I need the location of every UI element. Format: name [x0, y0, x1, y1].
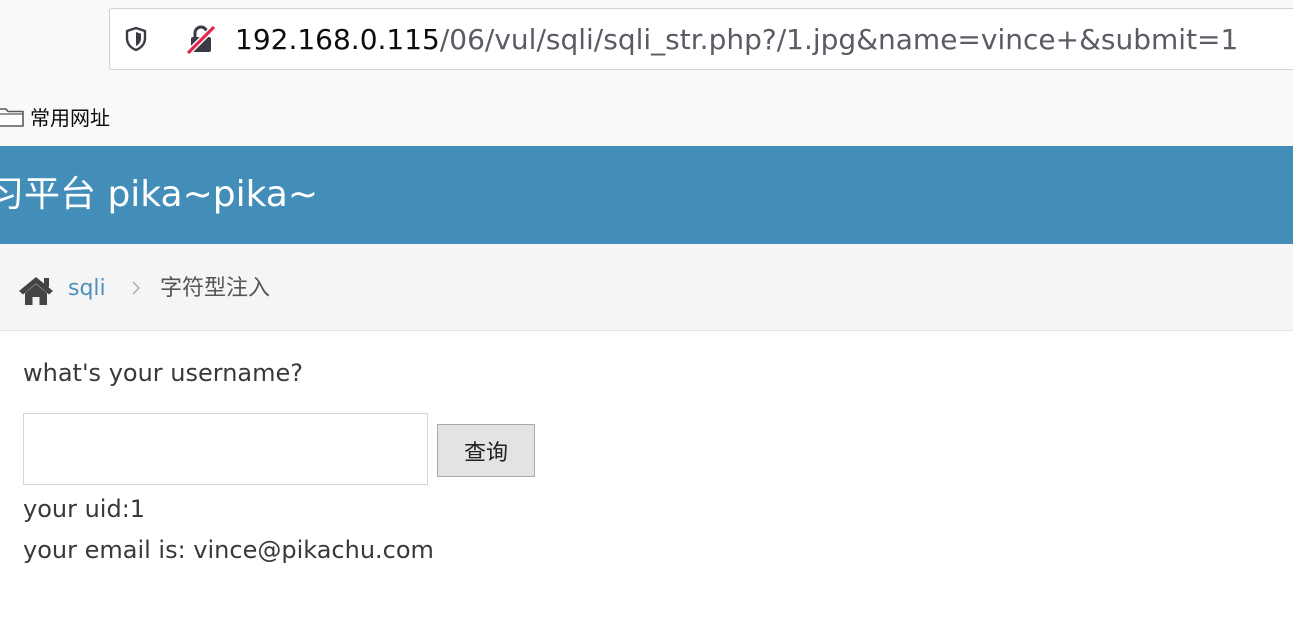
bookmark-folder-common-sites[interactable]: 常用网址	[30, 102, 110, 131]
folder-icon	[0, 108, 24, 127]
url-text[interactable]: 192.168.0.115/06/vul/sqli/sqli_str.php?/…	[235, 23, 1238, 57]
username-input[interactable]	[23, 413, 428, 485]
home-icon[interactable]	[18, 275, 54, 305]
browser-chrome: 192.168.0.115/06/vul/sqli/sqli_str.php?/…	[0, 0, 1293, 146]
username-prompt: what's your username?	[23, 359, 304, 387]
chevron-right-icon	[132, 281, 141, 295]
site-header: 习平台 pika~pika~	[0, 146, 1293, 244]
address-bar[interactable]: 192.168.0.115/06/vul/sqli/sqli_str.php?/…	[109, 8, 1293, 70]
query-button[interactable]: 查询	[437, 424, 535, 477]
bookmarks-toolbar: 常用网址	[0, 96, 110, 136]
url-path: /06/vul/sqli/sqli_str.php?/1.jpg&name=vi…	[439, 23, 1239, 56]
shield-icon[interactable]	[125, 27, 147, 51]
breadcrumb-current: 字符型注入	[160, 276, 271, 301]
result-email: your email is: vince@pikachu.com	[23, 536, 434, 564]
insecure-connection-icon[interactable]	[186, 25, 216, 55]
breadcrumb-link-sqli[interactable]: sqli	[68, 275, 106, 303]
breadcrumb: sqli 字符型注入	[0, 244, 1293, 331]
site-title: 习平台 pika~pika~	[0, 174, 319, 215]
url-host: 192.168.0.115	[235, 23, 440, 56]
result-uid: your uid:1	[23, 495, 146, 523]
